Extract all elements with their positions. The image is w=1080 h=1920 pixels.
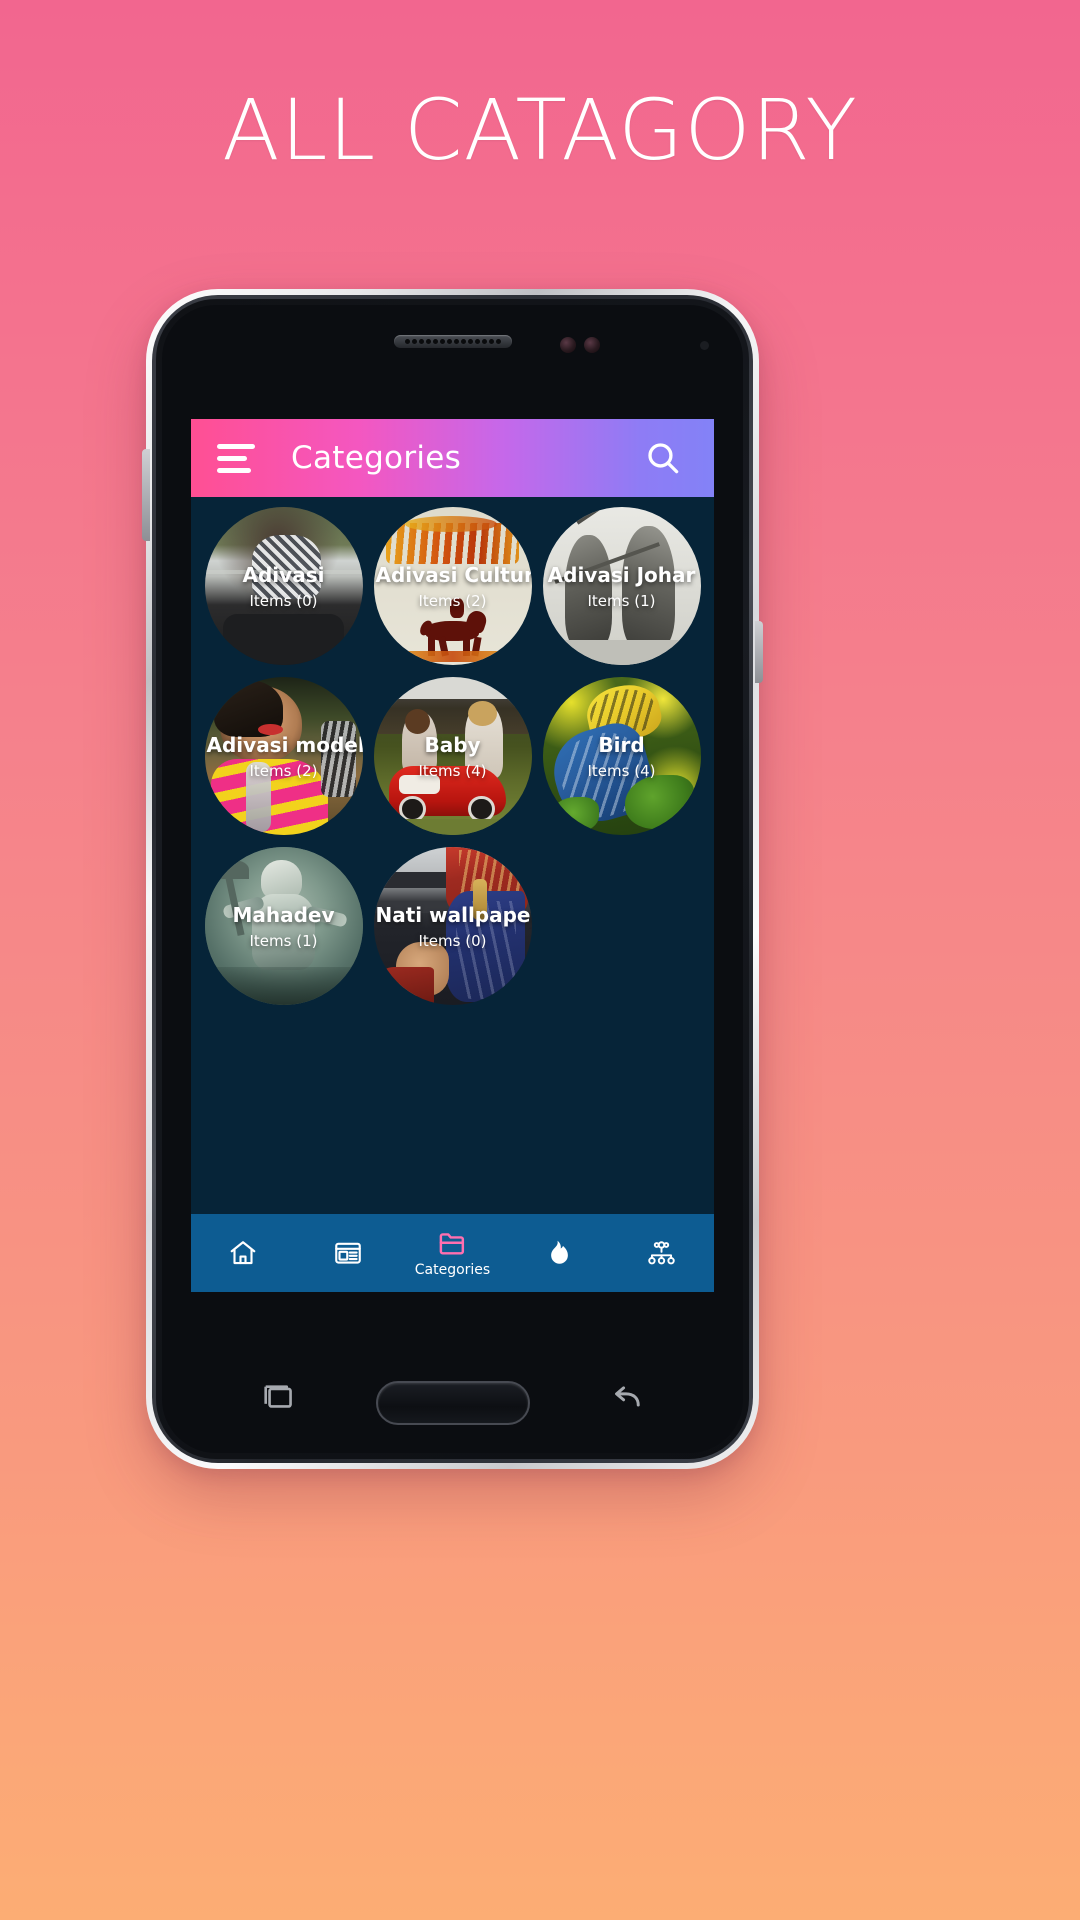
volume-button[interactable] bbox=[142, 449, 150, 541]
nav-item-home[interactable] bbox=[191, 1214, 296, 1292]
home-icon bbox=[230, 1241, 256, 1265]
folder-icon bbox=[439, 1233, 465, 1255]
hamburger-menu-icon[interactable] bbox=[217, 443, 255, 473]
home-key[interactable] bbox=[375, 1381, 530, 1425]
category-items-count: Items (2) bbox=[249, 761, 318, 780]
earpiece-speaker-icon bbox=[393, 335, 512, 348]
category-items-count: Items (1) bbox=[249, 931, 318, 950]
category-items-count: Items (1) bbox=[587, 591, 656, 610]
category-text: Baby Items (4) bbox=[374, 733, 532, 780]
power-button[interactable] bbox=[755, 621, 763, 683]
category-card[interactable]: Bird Items (4) bbox=[539, 677, 704, 835]
category-thumbnail: Mahadev Items (1) bbox=[204, 847, 363, 1005]
category-text: Adivasi model Items (2) bbox=[205, 733, 363, 780]
category-card[interactable]: Adivasi model Items (2) bbox=[201, 677, 366, 835]
category-card[interactable]: Adivasi Items (0) bbox=[201, 507, 366, 665]
category-thumbnail: Adivasi Items (0) bbox=[204, 507, 363, 665]
nav-label-categories: Categories bbox=[414, 1262, 491, 1278]
network-icon bbox=[648, 1240, 675, 1264]
category-items-count: Items (0) bbox=[418, 931, 487, 950]
nav-item-categories[interactable]: Categories bbox=[400, 1214, 505, 1292]
app-bar: Categories bbox=[191, 419, 714, 497]
category-card[interactable]: Adivasi Johar Items (1) bbox=[539, 507, 704, 665]
category-text: Adivasi Culture Items (2) bbox=[374, 563, 532, 610]
category-card[interactable]: Adivasi Culture Items (2) bbox=[370, 507, 535, 665]
phone-body: Categories Adivasi Items (0) Adivasi Cul… bbox=[162, 305, 743, 1453]
category-name: Adivasi model bbox=[206, 732, 363, 757]
category-thumbnail: Adivasi Culture Items (2) bbox=[373, 507, 532, 665]
led-indicator-icon bbox=[700, 341, 709, 350]
phone-screen: Categories Adivasi Items (0) Adivasi Cul… bbox=[191, 419, 714, 1292]
search-icon[interactable] bbox=[642, 437, 684, 479]
category-thumbnail: Nati wallpaper Items (0) bbox=[373, 847, 532, 1005]
flame-icon bbox=[551, 1240, 568, 1264]
app-bar-title: Categories bbox=[291, 440, 462, 476]
bottom-navigation-bar: Categories bbox=[191, 1214, 714, 1292]
category-name: Adivasi Culture bbox=[375, 562, 532, 587]
category-name: Baby bbox=[424, 732, 481, 757]
category-name: Bird bbox=[598, 732, 645, 757]
category-name: Adivasi bbox=[242, 562, 325, 587]
category-items-count: Items (4) bbox=[587, 761, 656, 780]
category-name: Nati wallpaper bbox=[375, 902, 532, 927]
category-thumbnail: Baby Items (4) bbox=[373, 677, 532, 835]
nav-item-network[interactable] bbox=[609, 1214, 714, 1292]
category-card[interactable]: Baby Items (4) bbox=[370, 677, 535, 835]
page-title: ALL CATAGORY bbox=[222, 81, 858, 179]
proximity-sensor-icon bbox=[584, 337, 600, 353]
category-card[interactable]: Nati wallpaper Items (0) bbox=[370, 847, 535, 1005]
category-name: Adivasi Johar bbox=[547, 562, 696, 587]
category-text: Nati wallpaper Items (0) bbox=[374, 903, 532, 950]
category-name: Mahadev bbox=[232, 902, 335, 927]
category-text: Adivasi Items (0) bbox=[205, 563, 363, 610]
category-items-count: Items (0) bbox=[249, 591, 318, 610]
category-text: Adivasi Johar Items (1) bbox=[543, 563, 701, 610]
category-text: Bird Items (4) bbox=[543, 733, 701, 780]
back-icon[interactable] bbox=[605, 1376, 647, 1423]
nav-item-trending[interactable] bbox=[505, 1214, 610, 1292]
phone-mockup: Categories Adivasi Items (0) Adivasi Cul… bbox=[142, 289, 763, 1469]
category-card[interactable]: Mahadev Items (1) bbox=[201, 847, 366, 1005]
category-thumbnail: Adivasi Johar Items (1) bbox=[542, 507, 701, 665]
nav-item-news[interactable] bbox=[296, 1214, 401, 1292]
category-text: Mahadev Items (1) bbox=[205, 903, 363, 950]
category-thumbnail: Bird Items (4) bbox=[542, 677, 701, 835]
front-camera-icon bbox=[560, 337, 576, 353]
category-items-count: Items (4) bbox=[418, 761, 487, 780]
recent-apps-icon[interactable] bbox=[258, 1376, 300, 1423]
news-icon bbox=[335, 1242, 361, 1264]
category-thumbnail: Adivasi model Items (2) bbox=[204, 677, 363, 835]
categories-grid: Adivasi Items (0) Adivasi Culture Items … bbox=[191, 497, 714, 1005]
category-items-count: Items (2) bbox=[418, 591, 487, 610]
